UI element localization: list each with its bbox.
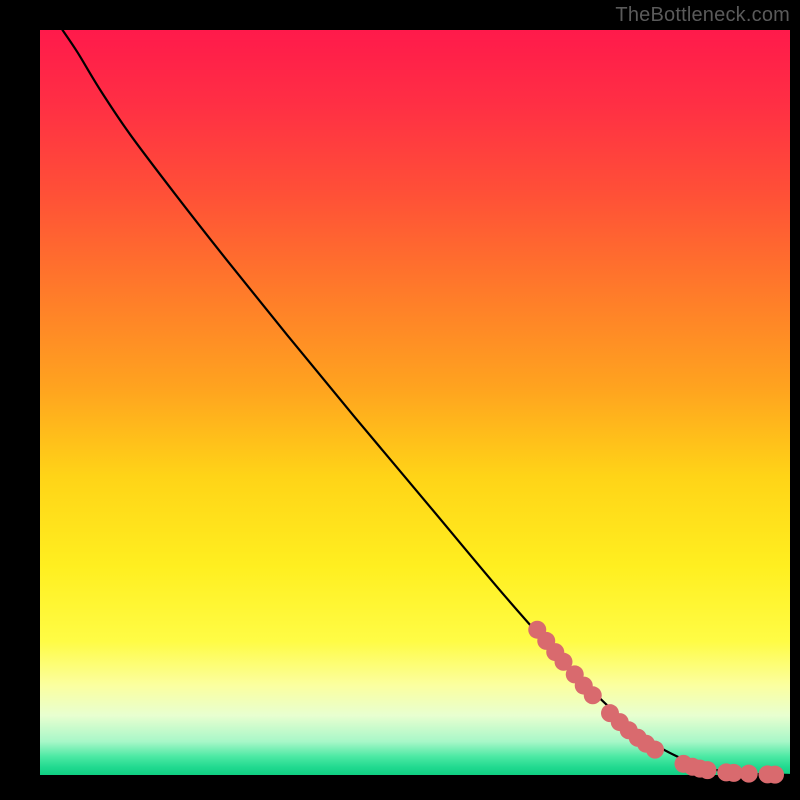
marker-point — [584, 686, 602, 704]
marker-point — [740, 765, 758, 783]
plot-background — [40, 30, 790, 775]
chart-svg — [0, 0, 800, 800]
marker-point — [646, 741, 664, 759]
chart-canvas: TheBottleneck.com — [0, 0, 800, 800]
marker-point — [766, 766, 784, 784]
marker-point — [699, 761, 717, 779]
